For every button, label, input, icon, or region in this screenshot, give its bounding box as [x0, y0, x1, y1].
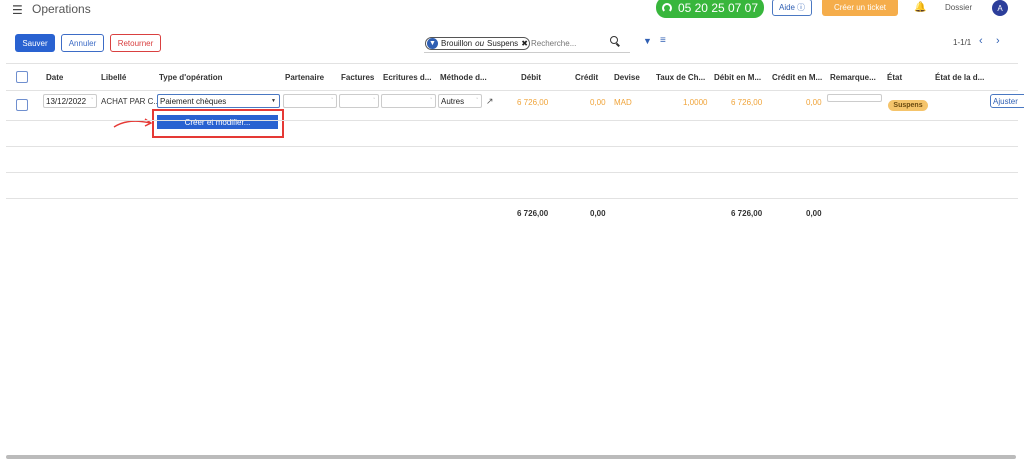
pager-range[interactable]: 1-1/1 [953, 38, 971, 47]
chevron-right-icon[interactable]: › [996, 35, 1000, 47]
return-button[interactable]: Retourner [110, 34, 161, 52]
avatar[interactable]: A [992, 0, 1008, 16]
col-debit-m[interactable]: Débit en M... [714, 73, 761, 82]
help-label: Aide [778, 3, 795, 12]
ecritures-field[interactable]: ˇ [381, 94, 436, 108]
row-border [6, 120, 1018, 121]
partenaire-field[interactable]: ˇ [283, 94, 337, 108]
search-underline [424, 52, 630, 53]
save-button[interactable]: Sauver [15, 34, 55, 52]
filter-icon[interactable]: ▼ [643, 36, 652, 46]
chevron-left-icon[interactable]: ‹ [979, 35, 983, 47]
col-date[interactable]: Date [46, 73, 63, 82]
row-checkbox[interactable] [16, 99, 28, 111]
filter-facet-icon: ▼ [427, 38, 438, 49]
cancel-button[interactable]: Annuler [61, 34, 104, 52]
page-title: Operations [32, 2, 91, 16]
col-etat-d[interactable]: État de la d... [935, 73, 984, 82]
table-top-border [6, 63, 1018, 64]
horizontal-scrollbar[interactable] [6, 455, 1016, 459]
select-all-checkbox[interactable] [16, 71, 28, 83]
chevron-down-icon: ˇ [476, 98, 478, 104]
methode-value: Autres [441, 96, 465, 106]
row-devise: MAD [614, 98, 632, 107]
date-value: 13/12/2022 [46, 96, 87, 106]
create-ticket-button[interactable]: Créer un ticket [822, 0, 898, 16]
headset-icon [661, 2, 672, 13]
search-icon[interactable] [610, 36, 618, 44]
menu-icon[interactable]: ☰ [12, 3, 23, 17]
header-bottom-border [6, 90, 1018, 91]
facet-or: ou [475, 39, 485, 48]
methode-field[interactable]: Autres ˇ [438, 94, 482, 108]
col-credit[interactable]: Crédit [575, 73, 598, 82]
col-type-operation[interactable]: Type d'opération [159, 73, 223, 82]
col-methode[interactable]: Méthode d... [440, 73, 487, 82]
search-input[interactable] [531, 36, 611, 50]
row-taux: 1,0000 [683, 98, 708, 107]
total-credit-m: 0,00 [806, 209, 822, 218]
total-debit-m: 6 726,00 [731, 209, 763, 218]
create-and-edit-option[interactable]: Créer et modifier... [157, 115, 278, 129]
col-debit[interactable]: Débit [521, 73, 541, 82]
chevron-down-icon: ˇ [331, 98, 333, 104]
adjust-button[interactable]: Ajuster [990, 94, 1024, 108]
factures-field[interactable]: ˇ [339, 94, 379, 108]
external-link-icon[interactable]: ↗ [486, 96, 494, 107]
top-bar: ☰ Operations 05 20 25 07 07 Aide ⓘ Créer… [0, 0, 1024, 20]
col-credit-m[interactable]: Crédit en M... [772, 73, 822, 82]
dossier-menu[interactable]: Dossier [945, 3, 972, 12]
phone-number: 05 20 25 07 07 [677, 0, 759, 15]
type-operation-field[interactable]: Paiement chèques ▼ [157, 94, 280, 108]
remarque-field[interactable] [827, 94, 882, 102]
col-taux[interactable]: Taux de Ch... [656, 73, 705, 82]
row-border [6, 198, 1018, 199]
status-badge: Suspens [888, 100, 928, 111]
red-arrow-icon [113, 118, 153, 128]
col-libelle[interactable]: Libellé [101, 73, 126, 82]
row-border [6, 172, 1018, 173]
col-remarque[interactable]: Remarque... [830, 73, 876, 82]
question-icon: ⓘ [797, 3, 805, 12]
chevron-down-icon: ˇ [430, 98, 432, 104]
row-credit: 0,00 [590, 98, 606, 107]
help-button[interactable]: Aide ⓘ [772, 0, 812, 16]
row-debit-m: 6 726,00 [731, 98, 763, 107]
row-border [6, 146, 1018, 147]
libelle-value[interactable]: ACHAT PAR C... [101, 97, 160, 106]
col-ecritures[interactable]: Ecritures d... [383, 73, 431, 82]
col-factures[interactable]: Factures [341, 73, 374, 82]
row-credit-m: 0,00 [806, 98, 822, 107]
col-partenaire[interactable]: Partenaire [285, 73, 324, 82]
total-debit: 6 726,00 [517, 209, 549, 218]
chevron-down-icon: ˇ [373, 98, 375, 104]
date-field[interactable]: 13/12/2022 ˇ [43, 94, 97, 108]
chevron-down-icon: ˇ [91, 98, 93, 104]
phone-button[interactable]: 05 20 25 07 07 [656, 0, 764, 18]
facet-part1: Brouillon [441, 39, 473, 48]
type-operation-value: Paiement chèques [160, 96, 227, 106]
row-debit: 6 726,00 [517, 98, 549, 107]
total-credit: 0,00 [590, 209, 606, 218]
facet-remove-icon[interactable]: ✖ [521, 39, 528, 48]
facet-part2: Suspens [487, 39, 519, 48]
bell-icon[interactable]: 🔔 [914, 2, 926, 13]
col-devise[interactable]: Devise [614, 73, 640, 82]
caret-down-icon: ▼ [271, 98, 276, 104]
list-view-icon[interactable]: ≡ [660, 35, 666, 46]
col-etat[interactable]: État [887, 73, 902, 82]
search-facet[interactable]: ▼ Brouillon ou Suspens ✖ [425, 37, 530, 50]
